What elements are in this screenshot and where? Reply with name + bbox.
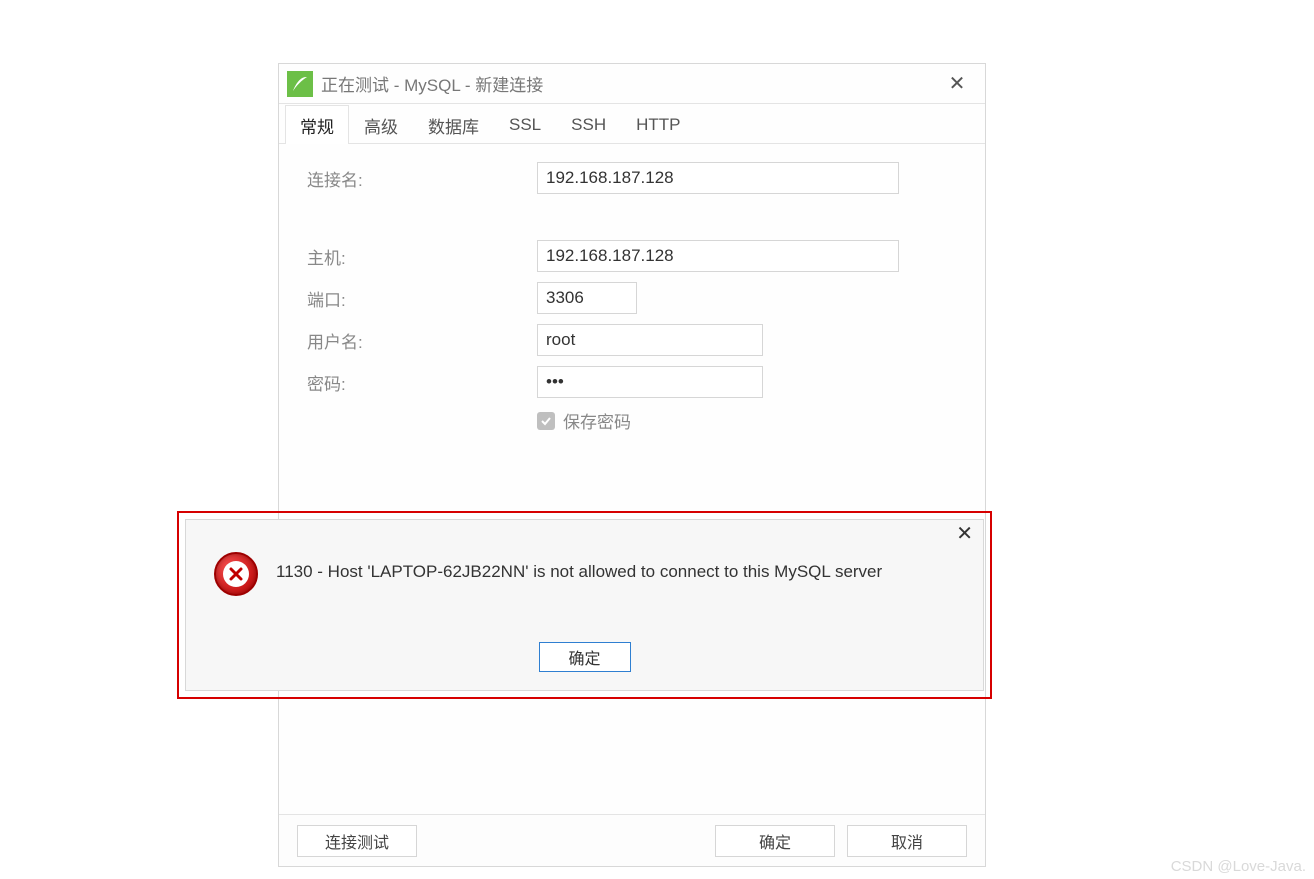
save-password-checkbox[interactable] <box>537 412 555 430</box>
tab-ssh[interactable]: SSH <box>556 105 621 144</box>
dialog-footer: 连接测试 确定 取消 <box>279 814 985 866</box>
label-connection-name: 连接名: <box>307 166 537 191</box>
error-close-icon[interactable]: ✕ <box>956 524 973 544</box>
error-ok-button[interactable]: 确定 <box>539 642 631 672</box>
save-password-label: 保存密码 <box>563 408 631 433</box>
tab-ssl[interactable]: SSL <box>494 105 556 144</box>
form-area: 连接名: 主机: 端口: 用户名: 密码: 保存密码 <box>279 144 985 814</box>
error-dialog: ✕ 1130 - Host 'LAPTOP-62JB22NN' is not a… <box>185 519 984 691</box>
tab-database[interactable]: 数据库 <box>413 105 494 144</box>
navicat-icon <box>287 71 313 97</box>
test-connection-button[interactable]: 连接测试 <box>297 825 417 857</box>
label-port: 端口: <box>307 286 537 311</box>
error-highlight: ✕ 1130 - Host 'LAPTOP-62JB22NN' is not a… <box>177 511 992 699</box>
error-message: 1130 - Host 'LAPTOP-62JB22NN' is not all… <box>276 552 882 582</box>
window-title: 正在测试 - MySQL - 新建连接 <box>321 71 937 96</box>
password-input[interactable] <box>537 366 763 398</box>
host-input[interactable] <box>537 240 899 272</box>
connection-name-input[interactable] <box>537 162 899 194</box>
tab-advanced[interactable]: 高级 <box>349 105 413 144</box>
user-input[interactable] <box>537 324 763 356</box>
tab-http[interactable]: HTTP <box>621 105 695 144</box>
cancel-button[interactable]: 取消 <box>847 825 967 857</box>
error-body: 1130 - Host 'LAPTOP-62JB22NN' is not all… <box>186 548 983 632</box>
label-password: 密码: <box>307 370 537 395</box>
port-input[interactable] <box>537 282 637 314</box>
titlebar: 正在测试 - MySQL - 新建连接 ✕ <box>279 64 985 104</box>
error-icon <box>214 552 258 596</box>
label-user: 用户名: <box>307 328 537 353</box>
label-host: 主机: <box>307 244 537 269</box>
ok-button[interactable]: 确定 <box>715 825 835 857</box>
tabs: 常规 高级 数据库 SSL SSH HTTP <box>279 104 985 144</box>
watermark: CSDN @Love-Java. <box>1171 858 1306 875</box>
error-titlebar: ✕ <box>186 520 983 548</box>
connection-dialog: 正在测试 - MySQL - 新建连接 ✕ 常规 高级 数据库 SSL SSH … <box>278 63 986 867</box>
close-icon[interactable]: ✕ <box>937 71 977 96</box>
tab-general[interactable]: 常规 <box>285 105 349 144</box>
